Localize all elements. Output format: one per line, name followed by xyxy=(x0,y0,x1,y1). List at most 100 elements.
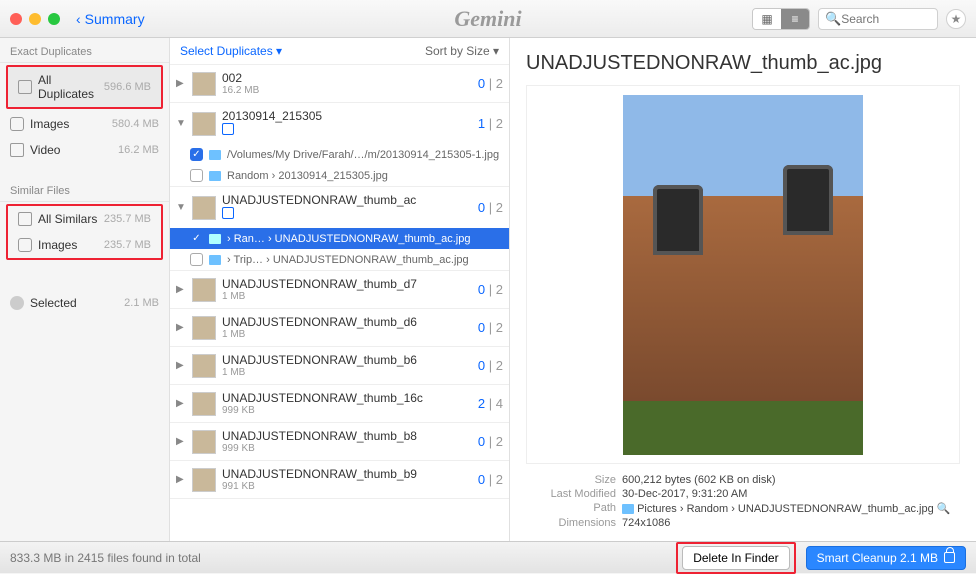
selection-count: 0 | 2 xyxy=(478,434,503,449)
footer-bar: 833.3 MB in 2415 files found in total De… xyxy=(0,541,976,573)
app-title: Gemini xyxy=(454,6,521,31)
group-title: UNADJUSTEDNONRAW_thumb_ac xyxy=(222,193,472,207)
disclosure-triangle-icon[interactable]: ▼ xyxy=(176,202,186,213)
window-controls xyxy=(10,13,60,25)
selection-count: 0 | 2 xyxy=(478,76,503,91)
smart-cleanup-button[interactable]: Smart Cleanup 2.1 MB xyxy=(806,546,966,570)
back-summary-button[interactable]: ‹ Summary xyxy=(76,11,145,27)
preview-image xyxy=(623,95,863,455)
search-input[interactable] xyxy=(841,12,931,26)
sidebar-item-selected[interactable]: Selected 2.1 MB xyxy=(0,290,169,316)
minimize-window-button[interactable] xyxy=(29,13,41,25)
preview-pane: UNADJUSTEDNONRAW_thumb_ac.jpg Size600,21… xyxy=(510,38,976,541)
duplicate-file-row[interactable]: /Volumes/My Drive/Farah/…/m/20130914_215… xyxy=(170,144,509,165)
tag-icon xyxy=(222,207,234,219)
reveal-icon[interactable]: 🔍 xyxy=(937,503,951,515)
sidebar-item-all-similars[interactable]: All Similars 235.7 MB xyxy=(8,206,161,232)
close-window-button[interactable] xyxy=(10,13,22,25)
thumbnail-icon xyxy=(192,392,216,416)
similar-files-header: Similar Files xyxy=(0,181,169,202)
group-size: 1 MB xyxy=(222,291,472,302)
search-field[interactable]: 🔍 xyxy=(818,8,938,30)
duplicate-group-row[interactable]: ▼ 20130914_215305 1 | 2 xyxy=(170,103,509,144)
file-metadata: Size600,212 bytes (602 KB on disk) Last … xyxy=(526,472,960,531)
duplicate-group-row[interactable]: ▶ UNADJUSTEDNONRAW_thumb_b6 1 MB 0 | 2 xyxy=(170,347,509,384)
checkbox[interactable] xyxy=(190,232,203,245)
file-path: › Trip… › UNADJUSTEDNONRAW_thumb_ac.jpg xyxy=(227,254,503,266)
duplicates-list[interactable]: ▶ 002 16.2 MB 0 | 2▼ 20130914_215305 1 |… xyxy=(170,65,509,541)
status-text: 833.3 MB in 2415 files found in total xyxy=(10,551,201,565)
list-view-icon[interactable]: ≡ xyxy=(781,9,809,29)
favorites-button[interactable]: ★ xyxy=(946,9,966,29)
exact-duplicates-header: Exact Duplicates xyxy=(0,42,169,63)
back-label: Summary xyxy=(85,11,145,27)
thumbnail-icon xyxy=(192,196,216,220)
checkbox[interactable] xyxy=(190,148,203,161)
chevron-left-icon: ‹ xyxy=(76,11,81,27)
lock-icon xyxy=(944,552,955,563)
preview-filename: UNADJUSTEDNONRAW_thumb_ac.jpg xyxy=(526,52,960,75)
selection-count: 0 | 2 xyxy=(478,358,503,373)
disclosure-triangle-icon[interactable]: ▶ xyxy=(176,284,186,295)
group-size: 999 KB xyxy=(222,405,472,416)
sidebar-item-video[interactable]: Video 16.2 MB xyxy=(0,137,169,163)
camera-icon xyxy=(10,117,24,131)
checkbox[interactable] xyxy=(190,253,203,266)
duplicate-group-row[interactable]: ▶ UNADJUSTEDNONRAW_thumb_d7 1 MB 0 | 2 xyxy=(170,271,509,308)
folder-icon xyxy=(209,255,221,265)
folder-icon xyxy=(209,234,221,244)
sidebar-item-similar-images[interactable]: Images 235.7 MB xyxy=(8,232,161,258)
selection-count: 0 | 2 xyxy=(478,282,503,297)
disclosure-triangle-icon[interactable]: ▶ xyxy=(176,78,186,89)
checkbox[interactable] xyxy=(190,169,203,182)
grid-view-icon[interactable]: ▦ xyxy=(753,9,781,29)
view-mode-toggle[interactable]: ▦ ≡ xyxy=(752,8,810,30)
thumbnail-icon xyxy=(192,430,216,454)
preview-image-box xyxy=(526,85,960,464)
selection-count: 0 | 2 xyxy=(478,200,503,215)
duplicate-file-row[interactable]: › Trip… › UNADJUSTEDNONRAW_thumb_ac.jpg xyxy=(170,249,509,270)
duplicate-group-row[interactable]: ▶ UNADJUSTEDNONRAW_thumb_d6 1 MB 0 | 2 xyxy=(170,309,509,346)
delete-in-finder-button[interactable]: Delete In Finder xyxy=(682,546,789,570)
folder-icon xyxy=(209,171,221,181)
file-path: Random › 20130914_215305.jpg xyxy=(227,170,503,182)
group-title: 002 xyxy=(222,71,472,85)
duplicate-group-row[interactable]: ▶ UNADJUSTEDNONRAW_thumb_b9 991 KB 0 | 2 xyxy=(170,461,509,498)
sidebar-item-all-duplicates[interactable]: All Duplicates 596.6 MB xyxy=(8,67,161,107)
sidebar: Exact Duplicates All Duplicates 596.6 MB… xyxy=(0,38,170,541)
duplicate-group-row[interactable]: ▼ UNADJUSTEDNONRAW_thumb_ac 0 | 2 xyxy=(170,187,509,228)
duplicate-group-row[interactable]: ▶ UNADJUSTEDNONRAW_thumb_16c 999 KB 2 | … xyxy=(170,385,509,422)
disclosure-triangle-icon[interactable]: ▶ xyxy=(176,436,186,447)
disclosure-triangle-icon[interactable]: ▶ xyxy=(176,398,186,409)
camera-icon xyxy=(18,238,32,252)
duplicate-group-row[interactable]: ▶ UNADJUSTEDNONRAW_thumb_b8 999 KB 0 | 2 xyxy=(170,423,509,460)
thumbnail-icon xyxy=(192,112,216,136)
disclosure-triangle-icon[interactable]: ▶ xyxy=(176,474,186,485)
select-duplicates-menu[interactable]: Select Duplicates ▾ xyxy=(180,44,282,58)
selection-count: 1 | 2 xyxy=(478,116,503,131)
disclosure-triangle-icon[interactable]: ▶ xyxy=(176,360,186,371)
tag-icon xyxy=(222,123,234,135)
group-title: UNADJUSTEDNONRAW_thumb_16c xyxy=(222,391,472,405)
disclosure-triangle-icon[interactable]: ▶ xyxy=(176,322,186,333)
folder-icon xyxy=(622,504,634,514)
group-title: UNADJUSTEDNONRAW_thumb_b8 xyxy=(222,429,472,443)
group-title: UNADJUSTEDNONRAW_thumb_b9 xyxy=(222,467,472,481)
zoom-window-button[interactable] xyxy=(48,13,60,25)
duplicate-group-row[interactable]: ▶ 002 16.2 MB 0 | 2 xyxy=(170,65,509,102)
video-icon xyxy=(10,143,24,157)
check-circle-icon xyxy=(10,296,24,310)
disclosure-triangle-icon[interactable]: ▼ xyxy=(176,118,186,129)
duplicate-file-row[interactable]: Random › 20130914_215305.jpg xyxy=(170,165,509,186)
group-title: UNADJUSTEDNONRAW_thumb_b6 xyxy=(222,353,472,367)
stack-icon xyxy=(18,212,32,226)
sidebar-item-images[interactable]: Images 580.4 MB xyxy=(0,111,169,137)
duplicate-file-row[interactable]: › Ran… › UNADJUSTEDNONRAW_thumb_ac.jpg xyxy=(170,228,509,249)
search-icon: 🔍 xyxy=(825,11,841,27)
group-size: 999 KB xyxy=(222,443,472,454)
thumbnail-icon xyxy=(192,72,216,96)
file-path: /Volumes/My Drive/Farah/…/m/20130914_215… xyxy=(227,149,503,161)
group-title: UNADJUSTEDNONRAW_thumb_d6 xyxy=(222,315,472,329)
sort-menu[interactable]: Sort by Size ▾ xyxy=(425,44,499,58)
group-size: 1 MB xyxy=(222,367,472,378)
